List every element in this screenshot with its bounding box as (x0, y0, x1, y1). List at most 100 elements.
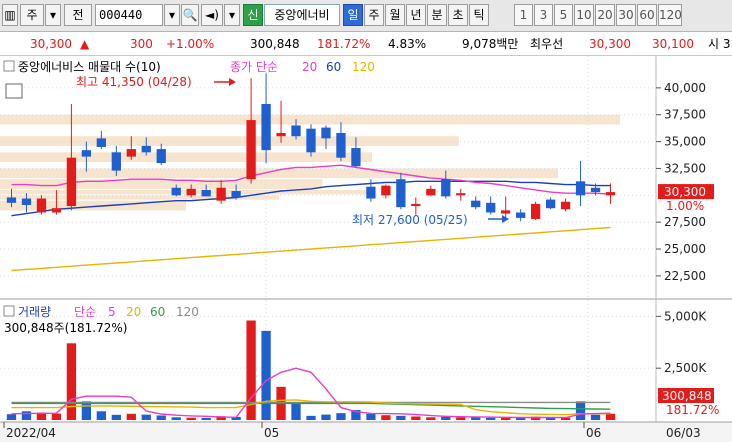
price-change-pct: +1.00% (166, 37, 215, 51)
interval-button-30[interactable]: 30 (616, 4, 636, 26)
chart-background (0, 56, 732, 442)
volume-panel-title: 거래량 (18, 305, 51, 319)
period-tab-5[interactable]: 초 (448, 4, 468, 26)
period-tab-1[interactable]: 주 (364, 4, 384, 26)
price-tick-label: 32,500 (664, 161, 706, 175)
candle-body (36, 198, 47, 213)
volume-bar (201, 417, 211, 420)
candle-body (321, 127, 331, 139)
candle-body (456, 193, 466, 196)
candle-body (516, 212, 526, 218)
ask-price: 30,300 (589, 37, 631, 51)
chart-area[interactable]: 40,000 37,500 35,000 32,500 27,500 25,000 22,5… (0, 56, 732, 442)
candle-body (246, 120, 256, 180)
volume-bar (471, 417, 481, 420)
candle-body (66, 157, 77, 207)
candle-body (471, 200, 481, 208)
volume-bar (486, 417, 496, 420)
volume-ratio: 181.72% (317, 37, 371, 51)
interval-button-10[interactable]: 10 (574, 4, 594, 26)
vol-ma5-label: 5 (108, 305, 116, 319)
current-price-label: 30,300 (664, 185, 706, 199)
volume-profile-bar (0, 114, 620, 125)
stock-chart[interactable]: 40,000 37,500 35,000 32,500 27,500 25,000 22,5… (0, 56, 732, 442)
sound-dropdown-icon[interactable]: ▾ (224, 4, 240, 26)
candle-body (291, 125, 301, 137)
quote-trail: 시 3 (708, 37, 731, 51)
volume-bar (575, 401, 586, 420)
volume-bar (6, 414, 17, 420)
period-tab-0[interactable]: 일 (343, 4, 363, 26)
ma120-label: 120 (352, 60, 375, 74)
price-tick-label: 27,500 (664, 215, 706, 229)
sound-icon[interactable]: ◄) (201, 4, 223, 26)
panel-menu-icon[interactable] (3, 60, 15, 72)
candle-body (201, 189, 211, 197)
candle-body (501, 210, 511, 214)
bid-price: 30,100 (652, 37, 694, 51)
candle-body (276, 132, 286, 137)
price-tick-label: 25,000 (664, 242, 706, 256)
candle-body (21, 198, 32, 205)
candle-body (171, 187, 181, 196)
period-tab-6[interactable]: 틱 (469, 4, 489, 26)
candle-body (560, 201, 571, 210)
volume-panel-menu-icon[interactable] (3, 305, 15, 317)
chart-type-icon[interactable]: ▥ (2, 4, 18, 26)
date-label: 06/03 (666, 426, 701, 440)
interval-button-60[interactable]: 60 (637, 4, 657, 26)
candle-body (336, 132, 346, 158)
candle-body (426, 188, 436, 196)
volume-bar (156, 415, 166, 420)
vol-ma120-label: 120 (176, 305, 199, 319)
mode-dropdown-icon[interactable]: ▾ (45, 4, 61, 26)
volume-bar (171, 417, 181, 420)
price-tick-label: 22,500 (664, 269, 706, 283)
volume-value-label: 300,848주(181.72%) (4, 321, 127, 335)
volume-bar (411, 416, 421, 420)
jeon-button[interactable]: 전 (64, 4, 92, 26)
trade-volume: 300,848 (250, 37, 300, 51)
grid-toggle-icon[interactable] (5, 83, 23, 99)
price-change: 300 (130, 37, 153, 51)
vol-ma20-label: 20 (126, 305, 141, 319)
period-tab-4[interactable]: 분 (427, 4, 447, 26)
candle-body (261, 103, 271, 151)
best-quote-label: 최우선 (530, 37, 564, 51)
volume-bar (291, 403, 301, 420)
mode-selector[interactable]: 주 (20, 4, 44, 26)
interval-button-5[interactable]: 5 (554, 4, 573, 26)
date-axis-bg (0, 422, 732, 442)
volume-bar (396, 415, 406, 420)
search-icon[interactable]: 🔍 (181, 4, 199, 26)
date-label: 05 (264, 426, 279, 440)
period-tab-3[interactable]: 년 (406, 4, 426, 26)
interval-button-3[interactable]: 3 (534, 4, 553, 26)
current-pct-label: 1.00% (666, 199, 704, 213)
stock-code-input[interactable]: 000440 (95, 4, 163, 26)
candle-body (156, 149, 166, 164)
candle-body (231, 191, 241, 198)
high-annotation: 최고 41,350 (04/28) (76, 75, 192, 89)
candle-body (126, 149, 136, 157)
candle-body (396, 179, 406, 208)
interval-button-1[interactable]: 1 (514, 4, 533, 26)
ma60-label: 60 (326, 60, 341, 74)
stock-name[interactable]: 중앙에너비 (264, 4, 340, 26)
turnover-rate: 4.83% (388, 37, 427, 51)
volume-bar (366, 413, 376, 420)
interval-button-120[interactable]: 120 (658, 4, 682, 26)
volume-profile-bar (0, 179, 323, 189)
candle-body (6, 197, 17, 203)
volume-profile-bar (0, 189, 372, 195)
volume-bar (605, 413, 616, 420)
code-dropdown-icon[interactable]: ▾ (164, 4, 180, 26)
candle-body (545, 199, 556, 209)
interval-button-20[interactable]: 20 (595, 4, 615, 26)
volume-bar (501, 417, 511, 420)
quote-bar: 30,300 ▲ 300 +1.00% 300,848 181.72% 4.83… (0, 32, 732, 56)
candle-body (411, 203, 421, 207)
trade-amount: 9,078백만 (462, 37, 519, 51)
period-tab-2[interactable]: 월 (385, 4, 405, 26)
candle-body (141, 145, 151, 153)
